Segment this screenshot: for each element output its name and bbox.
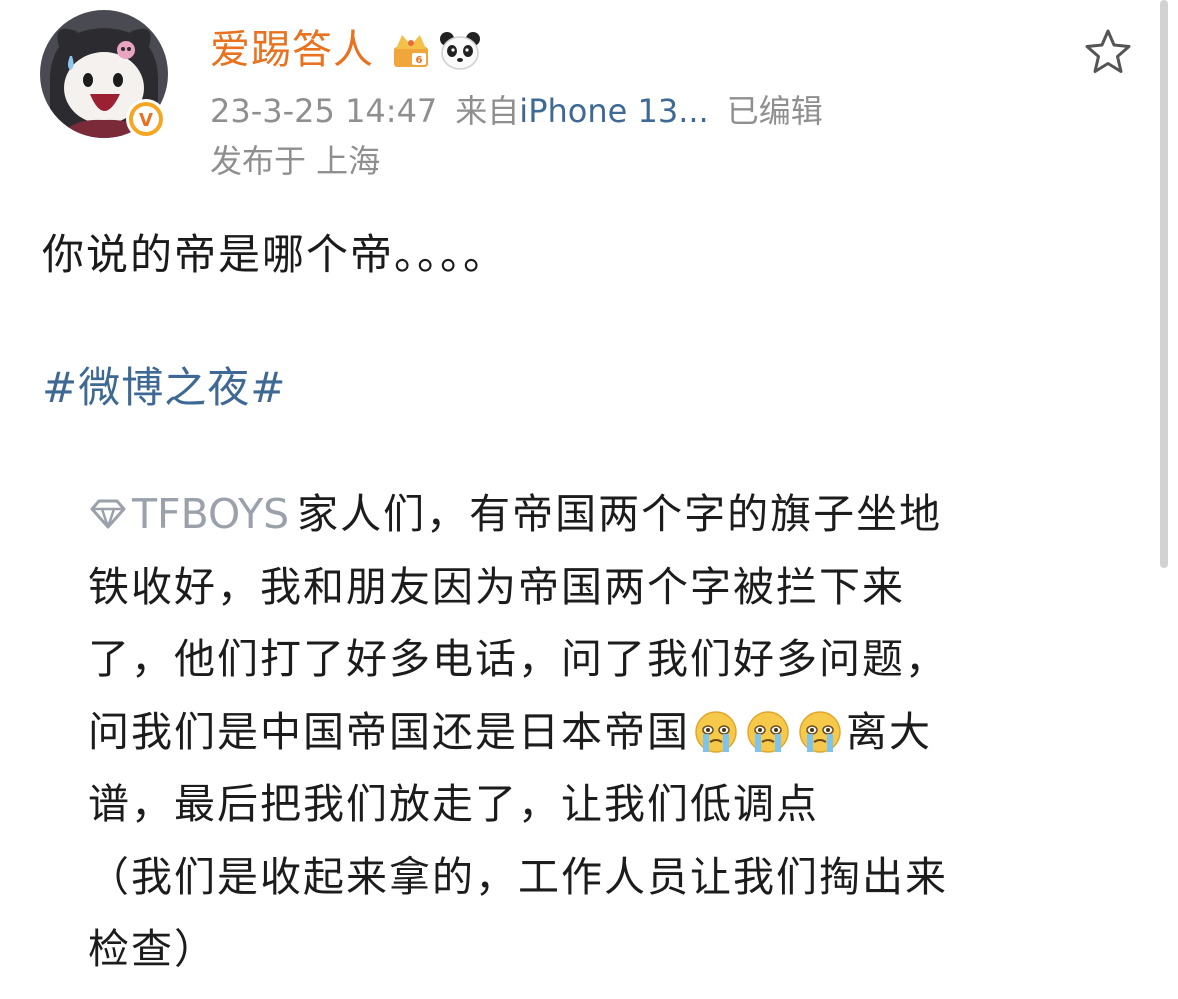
quote-line-2: 铁收好，我和朋友因为帝国两个字被拦下来: [88, 562, 905, 611]
post-text: 你说的帝是哪个帝。。。。: [42, 230, 508, 279]
crying-face-emoji-icon: [796, 708, 844, 756]
quote-line-3: 了，他们打了好多电话，问了我们好多问题，: [88, 635, 948, 683]
diamond-icon: [88, 498, 128, 530]
quote-text: 离大: [846, 707, 932, 756]
favorite-button[interactable]: [1082, 26, 1134, 78]
verified-v-badge-icon: V: [126, 99, 166, 139]
crying-face-emoji-icon: [692, 708, 740, 756]
quote-line-5: 谱，最后把我们放走了，让我们低调点: [88, 780, 819, 828]
username[interactable]: 爱踢答人: [210, 30, 374, 70]
quote-text: 家人们，有帝国两个字的旗子坐地: [297, 490, 943, 538]
crying-face-emoji-icon: [744, 708, 792, 756]
quote-line-7: 检查）: [88, 925, 217, 973]
quote-text: 问我们是中国帝国还是日本帝国: [88, 707, 690, 756]
svg-text:V: V: [139, 110, 153, 131]
hashtag-link[interactable]: #微博之夜#: [42, 358, 286, 418]
post-location: 发布于 上海: [210, 142, 381, 180]
source-prefix: 来自: [455, 92, 520, 130]
tag-name[interactable]: TFBOYS: [132, 490, 289, 538]
post-timestamp: 23-3-25 14:47: [210, 92, 438, 130]
username-row: 爱踢答人 6: [210, 22, 482, 78]
panda-badge-icon[interactable]: [438, 28, 482, 72]
verified-badge: V: [124, 97, 168, 141]
post-meta: 23-3-25 14:47 来自iPhone 13... 已编辑: [210, 90, 823, 132]
svg-text:6: 6: [416, 55, 423, 66]
quoted-content: TFBOYS 家人们，有帝国两个字的旗子坐地 铁收好，我和朋友因为帝国两个字被拦下…: [88, 478, 1078, 986]
quote-line-4: 问我们是中国帝国还是日本帝国 离大: [88, 696, 1078, 769]
source-device-link[interactable]: iPhone 13...: [519, 92, 708, 130]
quote-line-1: TFBOYS 家人们，有帝国两个字的旗子坐地: [88, 478, 1078, 551]
crown-vip-badge-icon[interactable]: 6: [388, 27, 434, 73]
edited-label[interactable]: 已编辑: [727, 92, 823, 130]
scrollbar[interactable]: [1160, 0, 1168, 568]
star-outline-icon: [1085, 29, 1131, 73]
quote-line-6: （我们是收起来拿的，工作人员让我们掏出来: [88, 852, 948, 901]
